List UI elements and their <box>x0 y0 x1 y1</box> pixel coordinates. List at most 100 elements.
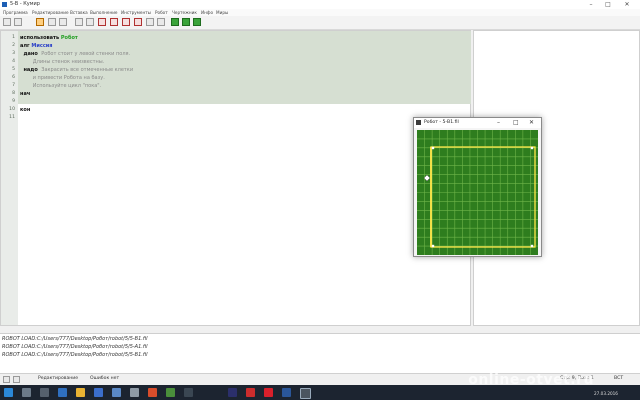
line-number: 9 <box>12 99 15 104</box>
line-number: 4 <box>12 59 15 64</box>
code-editor[interactable]: 1 использовать Робот 2 алг Миссия 3 дано Роб… <box>0 30 471 326</box>
maximize-button[interactable]: □ <box>601 0 615 9</box>
console-save-icon[interactable] <box>3 376 10 383</box>
code-line[interactable]: 3 дано Робот стоит у левой стенки поля. <box>1 50 471 58</box>
code-line[interactable]: 11 <box>1 114 471 122</box>
taskbar-date: 27.03.2016 <box>594 391 618 396</box>
robot-field[interactable] <box>417 130 538 255</box>
code-line[interactable]: 7 Используйте цикл "пока". <box>1 82 471 90</box>
menu-run[interactable]: Выполнение <box>90 10 118 15</box>
line-number: 5 <box>12 67 15 72</box>
menu-insert[interactable]: Вставка <box>70 10 88 15</box>
code-line[interactable]: 10 кон <box>1 106 471 114</box>
robot-window-title: Робот - 5-B1.fil <box>424 120 459 125</box>
robot-grid-icon[interactable] <box>171 18 179 26</box>
code-line[interactable]: 5 надо Закрасить все отмеченные клетки <box>1 66 471 74</box>
robot-panel-icon[interactable] <box>182 18 190 26</box>
menu-info[interactable]: Инфо <box>201 10 213 15</box>
code-text: и привести Робота на базу. <box>20 75 105 81</box>
stop-icon[interactable] <box>146 18 154 26</box>
toolbar <box>0 16 640 30</box>
status-mode: Редактирование <box>38 376 79 381</box>
console-clear-icon[interactable] <box>13 376 20 383</box>
robot-icon <box>423 174 431 182</box>
code-text: использовать Робот <box>20 35 78 41</box>
console-line: ROBOT LOAD:C:/Users/777/Desktop/Робот/ro… <box>2 344 148 350</box>
marked-cell <box>530 244 534 248</box>
search-icon[interactable] <box>22 388 31 397</box>
line-number: 2 <box>12 43 15 48</box>
marked-cell <box>431 244 435 248</box>
field-wall <box>430 146 536 248</box>
line-number: 6 <box>12 75 15 80</box>
kumir-taskbar-icon[interactable] <box>300 388 311 399</box>
open-icon[interactable] <box>36 18 44 26</box>
menu-tools[interactable]: Инструменты <box>121 10 151 15</box>
console-line: ROBOT LOAD:C:/Users/777/Desktop/Робот/ro… <box>2 336 148 342</box>
drawer-grid-icon[interactable] <box>193 18 201 26</box>
line-number: 3 <box>12 51 15 56</box>
line-number: 8 <box>12 91 15 96</box>
menu-program[interactable]: Программа <box>3 10 28 15</box>
line-number: 1 <box>12 35 15 40</box>
run-icon[interactable] <box>98 18 106 26</box>
watermark: online-otvet.ru <box>468 372 594 388</box>
status-errors: Ошибок нет <box>90 376 120 381</box>
app-icon[interactable] <box>148 388 157 397</box>
menu-bar: Программа Редактирование Вставка Выполне… <box>0 9 640 16</box>
new-file-icon[interactable] <box>14 18 22 26</box>
app-icon[interactable] <box>246 388 255 397</box>
code-line[interactable]: 2 алг Миссия <box>1 42 471 50</box>
code-text: кон <box>20 107 31 113</box>
robot-window[interactable]: Робот - 5-B1.fil – □ ✕ <box>413 117 542 257</box>
code-line[interactable]: 1 использовать Робот <box>1 34 471 42</box>
code-line[interactable]: 6 и привести Робота на базу. <box>1 74 471 82</box>
close-button[interactable]: ✕ <box>620 0 634 9</box>
yandex-icon[interactable] <box>264 388 273 397</box>
robot-window-titlebar[interactable]: Робот - 5-B1.fil – □ ✕ <box>414 118 541 128</box>
code-text: надо Закрасить все отмеченные клетки <box>20 67 134 73</box>
step-icon[interactable] <box>110 18 118 26</box>
line-number: 11 <box>9 115 15 120</box>
code-text: алг Миссия <box>20 43 53 49</box>
app-icon[interactable] <box>184 388 193 397</box>
robot-close-button[interactable]: ✕ <box>529 119 534 126</box>
photoshop-icon[interactable] <box>228 388 237 397</box>
word-icon[interactable] <box>282 388 291 397</box>
code-text: дано Робот стоит у левой стенки поля. <box>20 51 131 57</box>
menu-drawer[interactable]: Чертежник <box>172 10 197 15</box>
step-in-icon[interactable] <box>122 18 130 26</box>
app-icon[interactable] <box>112 388 121 397</box>
menu-worlds[interactable]: Миры <box>216 10 228 15</box>
code-text: Длины стенок неизвестны. <box>20 59 105 65</box>
store-icon[interactable] <box>94 388 103 397</box>
copy-icon[interactable] <box>59 18 67 26</box>
robot-field-grid <box>417 130 538 255</box>
robot-maximize-button[interactable]: □ <box>513 119 519 126</box>
paste-icon[interactable] <box>75 18 83 26</box>
task-view-icon[interactable] <box>40 388 49 397</box>
robot-window-icon <box>416 120 421 125</box>
code-line[interactable]: 4 Длины стенок неизвестны. <box>1 58 471 66</box>
menu-edit[interactable]: Редактирование <box>32 10 69 15</box>
reset-icon[interactable] <box>157 18 165 26</box>
start-icon[interactable] <box>4 388 13 397</box>
window-title: 5-B - Кумир <box>10 1 40 7</box>
output-console: ROBOT LOAD:C:/Users/777/Desktop/Робот/ro… <box>0 333 640 374</box>
browser-icon[interactable] <box>58 388 67 397</box>
console-line: ROBOT LOAD:C:/Users/777/Desktop/Робот/ro… <box>2 352 148 358</box>
undo-icon[interactable] <box>86 18 94 26</box>
line-number: 7 <box>12 83 15 88</box>
line-number: 10 <box>9 107 15 112</box>
code-text: Используйте цикл "пока". <box>20 83 102 89</box>
folder-icon[interactable] <box>76 388 85 397</box>
cut-icon[interactable] <box>48 18 56 26</box>
robot-minimize-button[interactable]: – <box>497 119 500 126</box>
menu-robot[interactable]: Робот <box>155 10 168 15</box>
step-out-icon[interactable] <box>134 18 142 26</box>
minimize-button[interactable]: – <box>584 0 598 9</box>
current-line-highlight <box>18 97 471 104</box>
app-icon[interactable] <box>166 388 175 397</box>
save-icon[interactable] <box>3 18 11 26</box>
app-icon[interactable] <box>130 388 139 397</box>
